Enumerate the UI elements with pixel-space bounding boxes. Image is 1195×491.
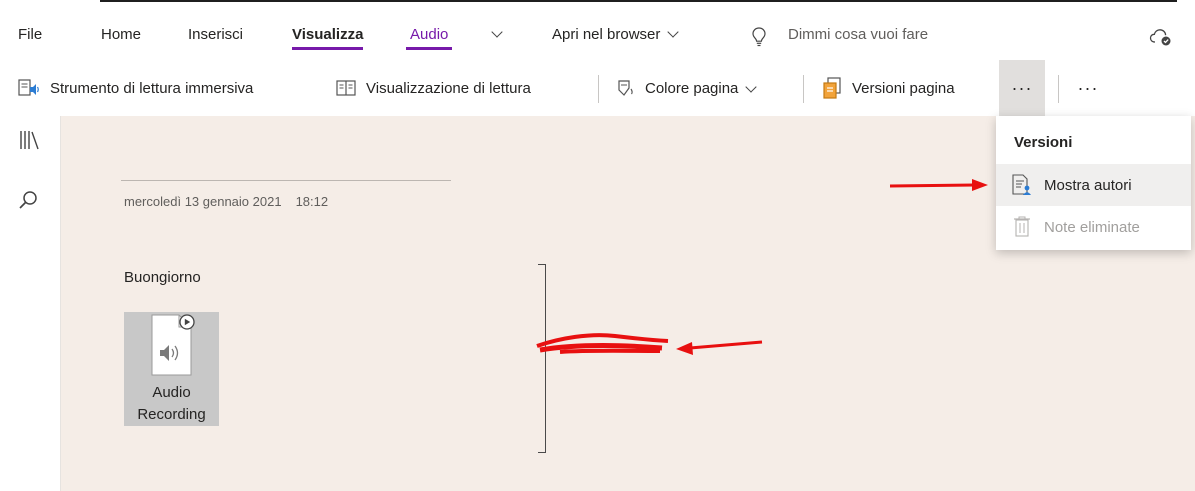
tell-me-search[interactable]: Dimmi cosa vuoi fare xyxy=(788,26,928,43)
tab-file[interactable]: File xyxy=(18,26,42,43)
menu-tabs: File Home Inserisci Visualizza Audio Apr… xyxy=(0,14,1195,58)
versions-dropdown: Versioni Mostra autori Note eliminate xyxy=(996,116,1191,250)
page-versions-button[interactable]: Versioni pagina xyxy=(822,60,955,116)
audio-label-line2: Recording xyxy=(137,406,206,423)
tab-audio[interactable]: Audio xyxy=(405,26,453,50)
tab-view[interactable]: Visualizza xyxy=(292,26,364,50)
more-options-button-pressed[interactable]: ··· xyxy=(999,60,1045,116)
ribbon-divider xyxy=(598,75,599,103)
note-text[interactable]: Buongiorno xyxy=(124,269,201,286)
ribbon-divider xyxy=(803,75,804,103)
audio-recording-label: Audio Recording xyxy=(124,382,219,426)
versions-header: Versioni xyxy=(1014,134,1073,151)
notebooks-icon[interactable] xyxy=(18,129,42,151)
page-title-line[interactable] xyxy=(121,180,451,181)
page-date: mercoledì 13 gennaio 2021 xyxy=(124,194,282,209)
reading-view-label: Visualizzazione di lettura xyxy=(366,79,531,97)
navigation-rail xyxy=(0,116,61,491)
lightbulb-icon xyxy=(752,27,766,47)
page-datetime: mercoledì 13 gennaio 2021 18:12 xyxy=(124,194,328,209)
page-versions-label: Versioni pagina xyxy=(852,79,955,97)
tab-insert[interactable]: Inserisci xyxy=(188,26,243,43)
chevron-down-icon xyxy=(491,26,503,38)
tabs-overflow-chevron[interactable] xyxy=(484,26,503,43)
reading-view-button[interactable]: Visualizzazione di lettura xyxy=(336,60,531,116)
page-color-icon xyxy=(618,80,633,96)
more-options-button[interactable]: ··· xyxy=(1065,60,1111,116)
audio-label-line1: Audio xyxy=(152,384,191,401)
open-in-browser-label: Apri nel browser xyxy=(552,26,661,43)
page-color-label: Colore pagina xyxy=(645,79,739,97)
page-time: 18:12 xyxy=(295,194,329,209)
trash-icon xyxy=(1014,216,1030,237)
chevron-down-icon xyxy=(745,80,758,93)
cloud-sync-icon[interactable] xyxy=(1149,27,1173,47)
note-container-bracket xyxy=(538,264,546,453)
immersive-reader-label: Strumento di lettura immersiva xyxy=(50,79,254,97)
deleted-notes-label: Note eliminate xyxy=(1044,218,1140,236)
tab-home[interactable]: Home xyxy=(101,26,141,43)
page-color-button[interactable]: Colore pagina xyxy=(615,60,758,116)
command-ribbon: Strumento di lettura immersiva Visualizz… xyxy=(0,60,1195,116)
immersive-reader-icon xyxy=(18,79,39,96)
top-border xyxy=(100,0,1177,2)
search-icon[interactable] xyxy=(18,190,40,212)
show-authors-item[interactable]: Mostra autori xyxy=(996,164,1191,206)
ribbon-divider xyxy=(1058,75,1059,103)
show-authors-icon xyxy=(1012,174,1031,195)
open-in-browser-menu[interactable]: Apri nel browser xyxy=(552,26,680,43)
page-versions-icon xyxy=(823,77,841,99)
chevron-down-icon xyxy=(667,26,680,38)
audio-file-icon xyxy=(151,314,195,376)
audio-recording-attachment[interactable]: Audio Recording xyxy=(124,312,219,426)
reading-view-icon xyxy=(336,80,356,96)
deleted-notes-item: Note eliminate xyxy=(996,206,1191,248)
immersive-reader-button[interactable]: Strumento di lettura immersiva xyxy=(18,60,253,116)
show-authors-label: Mostra autori xyxy=(1044,176,1132,194)
